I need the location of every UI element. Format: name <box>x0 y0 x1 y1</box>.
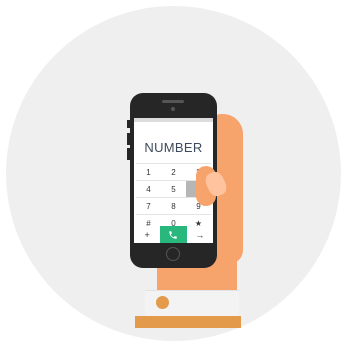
key-7[interactable]: 7 <box>136 198 161 214</box>
key-8[interactable]: 8 <box>161 198 186 214</box>
key-5[interactable]: 5 <box>161 181 186 197</box>
phone-camera <box>171 107 175 111</box>
next-arrow-button[interactable]: → <box>187 226 213 243</box>
cuff-button <box>156 296 169 309</box>
add-button[interactable]: + <box>134 226 160 243</box>
key-4[interactable]: 4 <box>136 181 161 197</box>
phone-side-button <box>127 133 130 145</box>
phone-icon <box>169 230 178 239</box>
phone-speaker <box>162 100 184 103</box>
call-button[interactable] <box>160 226 187 243</box>
key-1[interactable]: 1 <box>136 164 161 180</box>
action-row: + → <box>134 226 213 243</box>
status-bar <box>134 118 213 122</box>
key-2[interactable]: 2 <box>161 164 186 180</box>
screen-title: NUMBER <box>144 140 203 155</box>
phone-side-button <box>127 120 130 128</box>
home-button <box>166 247 180 261</box>
cuff-band <box>135 316 241 328</box>
phone-side-button <box>127 148 130 160</box>
